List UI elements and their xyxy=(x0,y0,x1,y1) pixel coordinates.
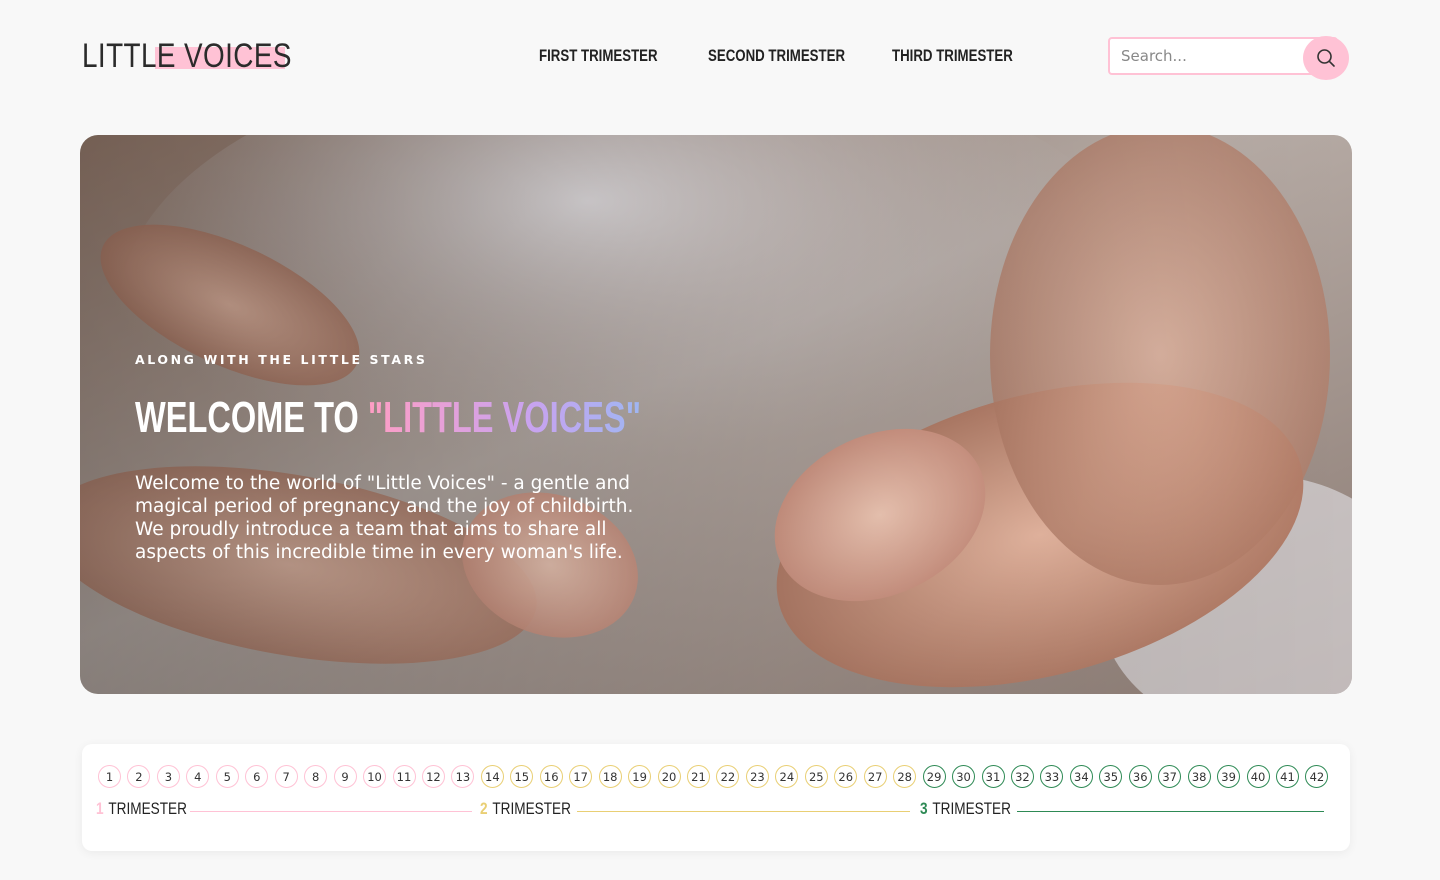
hero-description: Welcome to the world of "Little Voices" … xyxy=(135,473,634,563)
trimester-3-number: 3 xyxy=(920,799,928,818)
pregnancy-week-timeline: 1 2 3 4 5 6 7 8 9 10 11 12 13 14 15 16 17 18 19 20 21 22 23 24 2… xyxy=(82,744,1350,851)
trimester-1-line xyxy=(190,811,472,812)
week-16-button[interactable]: 16 xyxy=(539,765,563,788)
week-17-button[interactable]: 17 xyxy=(569,765,593,788)
week-38-button[interactable]: 38 xyxy=(1187,765,1211,788)
hero-title: WELCOME TO "LITTLE VOICES" xyxy=(135,393,641,443)
site-logo[interactable]: LITTLE VOICES xyxy=(82,36,292,76)
hero-title-prefix: WELCOME TO xyxy=(135,393,368,442)
hero-title-accent: "LITTLE VOICES" xyxy=(367,393,642,442)
search-icon xyxy=(1317,49,1335,67)
week-39-button[interactable]: 39 xyxy=(1217,765,1241,788)
nav-first-trimester[interactable]: FIRST TRIMESTER xyxy=(539,46,658,66)
search-button[interactable] xyxy=(1303,36,1349,80)
week-6-button[interactable]: 6 xyxy=(245,765,269,788)
week-19-button[interactable]: 19 xyxy=(628,765,652,788)
trimester-3-label: 3 TRIMESTER xyxy=(920,799,1011,819)
week-5-button[interactable]: 5 xyxy=(215,765,239,788)
week-30-button[interactable]: 30 xyxy=(952,765,976,788)
week-28-button[interactable]: 28 xyxy=(893,765,917,788)
trimester-2-number: 2 xyxy=(480,799,488,818)
hero-kicker: ALONG WITH THE LITTLE STARS xyxy=(135,352,428,367)
week-35-button[interactable]: 35 xyxy=(1099,765,1123,788)
trimester-1-text: TRIMESTER xyxy=(108,799,187,818)
week-31-button[interactable]: 31 xyxy=(981,765,1005,788)
week-7-button[interactable]: 7 xyxy=(274,765,298,788)
week-15-button[interactable]: 15 xyxy=(510,765,534,788)
trimester-2-label: 2 TRIMESTER xyxy=(480,799,571,819)
trimester-3-line xyxy=(1017,811,1324,812)
week-36-button[interactable]: 36 xyxy=(1128,765,1152,788)
week-13-button[interactable]: 13 xyxy=(451,765,475,788)
week-32-button[interactable]: 32 xyxy=(1010,765,1034,788)
week-8-button[interactable]: 8 xyxy=(304,765,328,788)
week-29-button[interactable]: 29 xyxy=(922,765,946,788)
hero-banner: ALONG WITH THE LITTLE STARS WELCOME TO "… xyxy=(80,135,1352,694)
week-40-button[interactable]: 40 xyxy=(1246,765,1270,788)
trimester-2-text: TRIMESTER xyxy=(492,799,571,818)
trimester-3-text: TRIMESTER xyxy=(932,799,1011,818)
trimester-2-line xyxy=(577,811,910,812)
week-42-button[interactable]: 42 xyxy=(1305,765,1329,788)
week-4-button[interactable]: 4 xyxy=(186,765,210,788)
week-3-button[interactable]: 3 xyxy=(156,765,180,788)
week-10-button[interactable]: 10 xyxy=(363,765,387,788)
week-1-button[interactable]: 1 xyxy=(98,765,121,788)
nav-third-trimester[interactable]: THIRD TRIMESTER xyxy=(892,46,1013,66)
search-bar xyxy=(1108,36,1349,80)
week-34-button[interactable]: 34 xyxy=(1069,765,1093,788)
week-14-button[interactable]: 14 xyxy=(480,765,504,788)
trimester-1-label: 1 TRIMESTER xyxy=(96,799,187,819)
week-25-button[interactable]: 25 xyxy=(804,765,828,788)
week-21-button[interactable]: 21 xyxy=(687,765,710,788)
week-41-button[interactable]: 41 xyxy=(1276,765,1299,788)
week-24-button[interactable]: 24 xyxy=(775,765,799,788)
week-26-button[interactable]: 26 xyxy=(834,765,858,788)
week-23-button[interactable]: 23 xyxy=(745,765,769,788)
week-33-button[interactable]: 33 xyxy=(1040,765,1064,788)
trimester-1-number: 1 xyxy=(96,799,104,818)
week-20-button[interactable]: 20 xyxy=(657,765,681,788)
week-2-button[interactable]: 2 xyxy=(127,765,151,788)
week-22-button[interactable]: 22 xyxy=(716,765,740,788)
week-12-button[interactable]: 12 xyxy=(421,765,445,788)
week-37-button[interactable]: 37 xyxy=(1158,765,1182,788)
week-11-button[interactable]: 11 xyxy=(392,765,416,788)
week-18-button[interactable]: 18 xyxy=(598,765,622,788)
week-9-button[interactable]: 9 xyxy=(333,765,357,788)
nav-second-trimester[interactable]: SECOND TRIMESTER xyxy=(708,46,845,66)
week-27-button[interactable]: 27 xyxy=(863,765,887,788)
